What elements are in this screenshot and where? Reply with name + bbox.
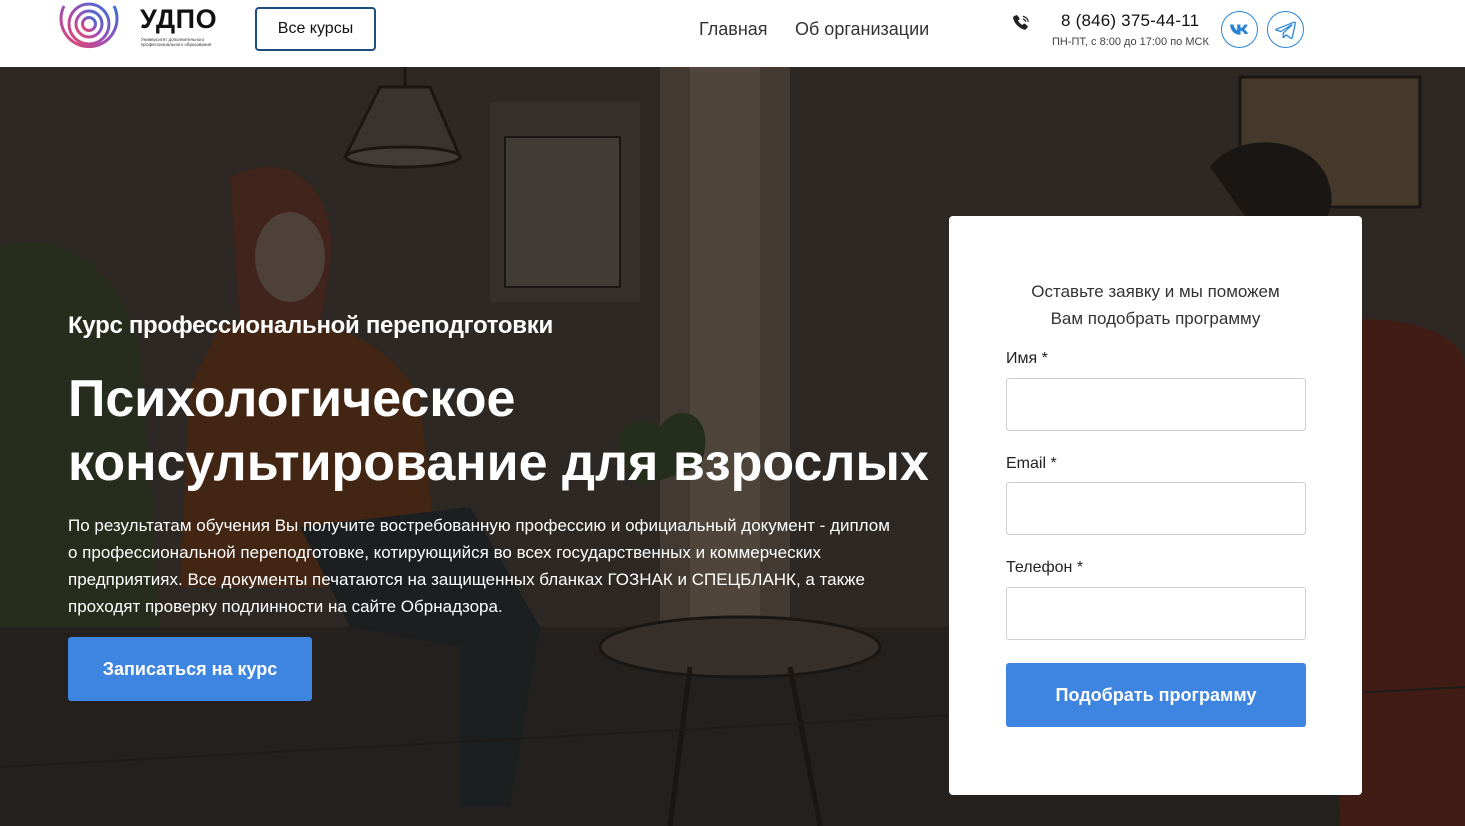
name-field[interactable]	[1006, 378, 1306, 431]
course-title-line-2: консультирование для взрослых	[68, 434, 929, 492]
logo-title: УДПО	[140, 4, 218, 34]
vk-icon	[1229, 24, 1248, 35]
hero-section: Курс профессиональной переподготовки Пси…	[0, 67, 1465, 826]
phone-label: Телефон *	[1006, 559, 1084, 576]
form-lead-line-2: Вам подобрать программу	[1050, 309, 1261, 328]
phone-icon	[1013, 15, 1029, 30]
telegram-button[interactable]	[1267, 11, 1304, 48]
nav-home-link[interactable]: Главная	[699, 19, 768, 40]
form-lead-line-1: Оставьте заявку и мы поможем	[1031, 282, 1280, 301]
work-hours: ПН-ПТ, с 8:00 до 17:00 по МСК	[1052, 36, 1209, 48]
site-logo[interactable]: УДПО Университет дополнительного професс…	[58, 0, 218, 58]
phone-field[interactable]	[1006, 587, 1306, 640]
form-lead: Оставьте заявку и мы поможем Вам подобра…	[949, 278, 1362, 332]
application-form: Оставьте заявку и мы поможем Вам подобра…	[949, 216, 1362, 795]
logo-rings-icon	[59, 2, 119, 49]
nav-about-link[interactable]: Об организации	[795, 19, 929, 40]
site-header: УДПО Университет дополнительного професс…	[0, 0, 1465, 67]
course-title: Психологическое консультирование для взр…	[68, 367, 938, 495]
email-label: Email *	[1006, 455, 1057, 472]
course-title-line-1: Психологическое	[68, 370, 516, 428]
course-description: По результатам обучения Вы получите вост…	[68, 516, 890, 616]
phone-number[interactable]: 8 (846) 375-44-11	[1061, 11, 1199, 31]
email-field[interactable]	[1006, 482, 1306, 535]
enroll-button[interactable]: Записаться на курс	[68, 637, 312, 701]
logo-subtitle: Университет дополнительного профессионал…	[141, 37, 212, 47]
name-label: Имя *	[1006, 350, 1048, 367]
all-courses-button[interactable]: Все курсы	[255, 7, 376, 51]
course-subtitle: Курс профессиональной переподготовки	[68, 312, 553, 339]
vk-button[interactable]	[1221, 11, 1258, 48]
pick-program-button[interactable]: Подобрать программу	[1006, 663, 1306, 727]
telegram-icon	[1274, 20, 1296, 39]
